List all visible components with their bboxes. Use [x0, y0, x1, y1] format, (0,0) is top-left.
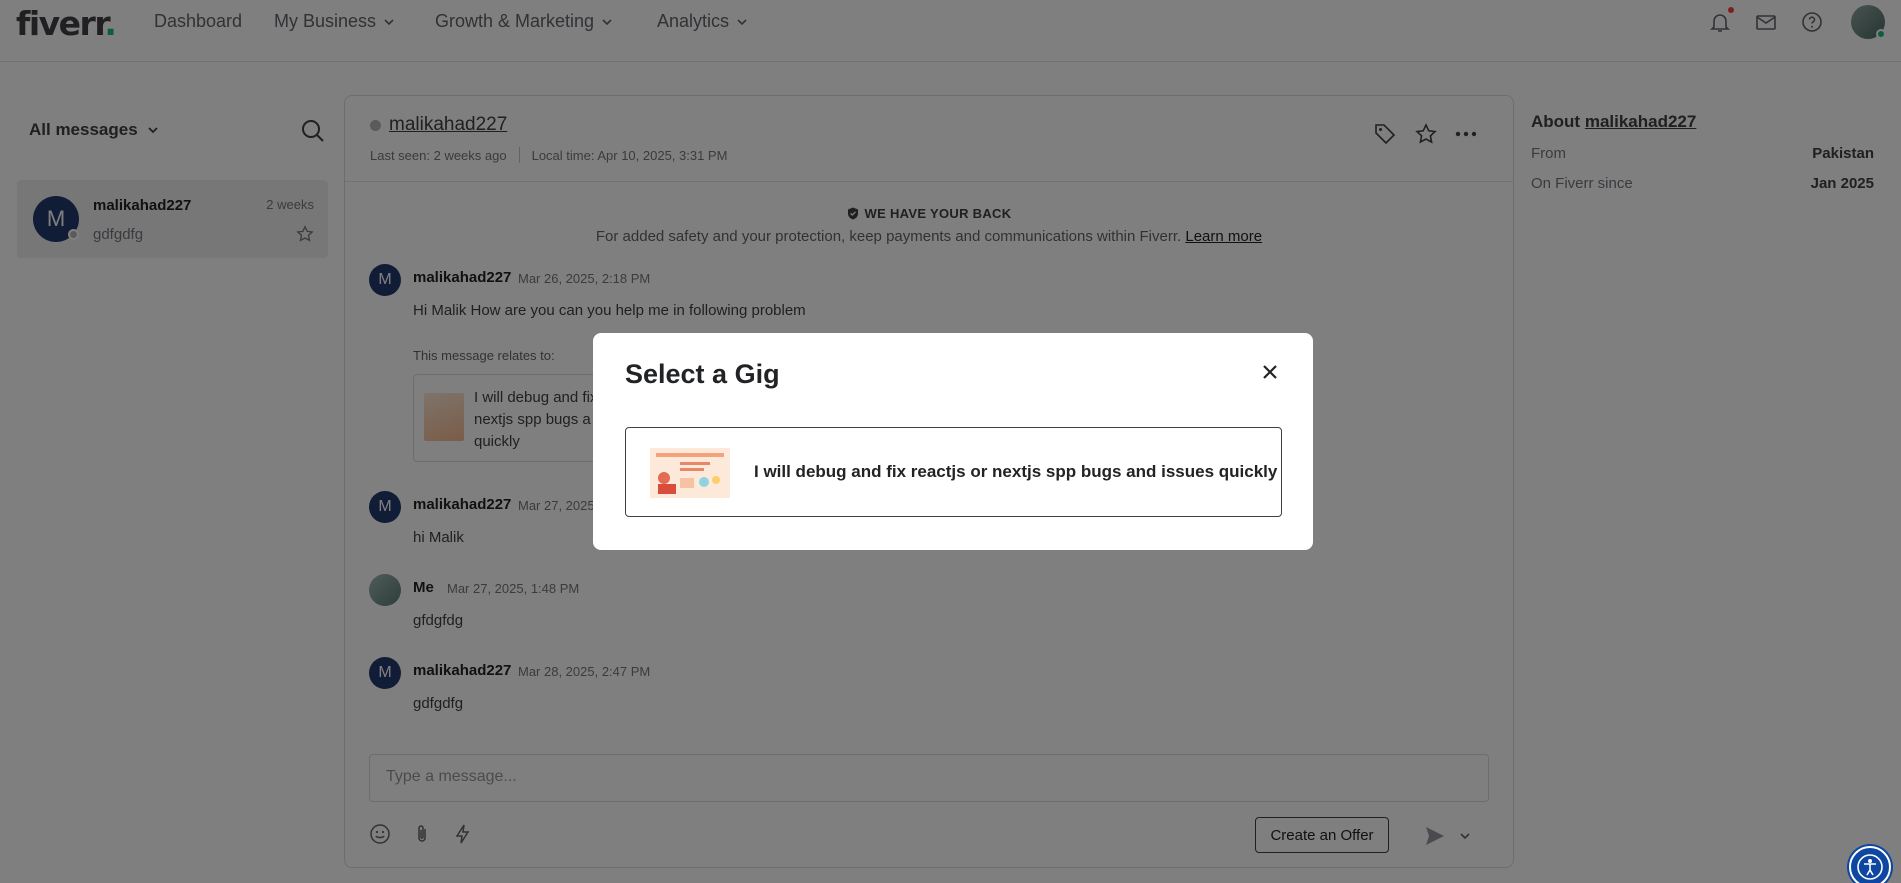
modal-title: Select a Gig — [625, 359, 780, 389]
gig-option[interactable]: I will debug and fix reactjs or nextjs s… — [625, 427, 1282, 517]
gig-thumbnail — [650, 448, 730, 498]
accessibility-button[interactable] — [1849, 846, 1891, 883]
select-gig-modal: Select a Gig I will debug and fix reactj… — [593, 333, 1313, 550]
gig-option-title: I will debug and fix reactjs or nextjs s… — [754, 462, 1278, 481]
close-icon[interactable] — [1257, 359, 1283, 385]
accessibility-icon — [1857, 854, 1883, 880]
gig-illustration-icon — [650, 448, 730, 498]
